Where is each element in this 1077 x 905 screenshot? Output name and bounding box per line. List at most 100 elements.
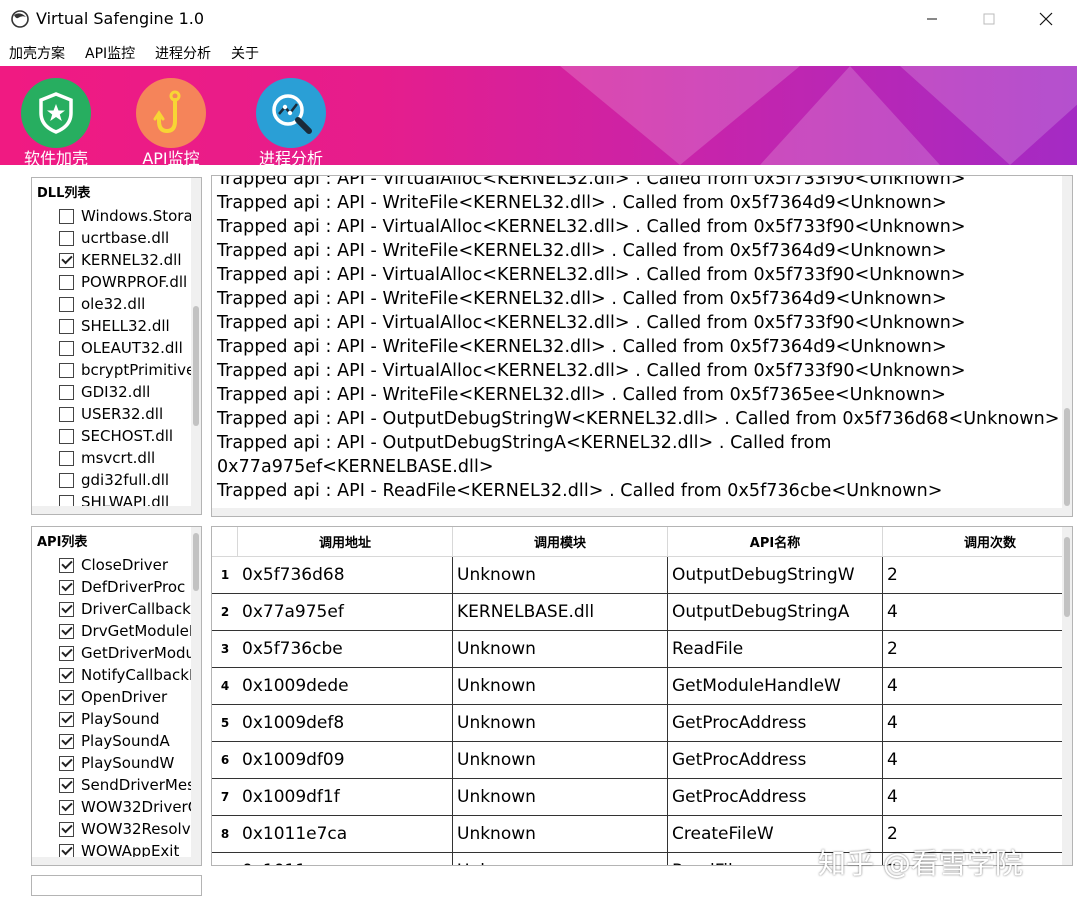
api-list-scrollbar[interactable] [191, 527, 201, 865]
dll-item[interactable]: OLEAUT32.dll [59, 337, 183, 359]
menu-packing-scheme[interactable]: 加壳方案 [9, 43, 65, 63]
maximize-button[interactable] [960, 0, 1018, 38]
table-row[interactable]: 7 0x1009df1f Unknown GetProcAddress 4 [212, 779, 1064, 816]
cell-api-name: OutputDebugStringW [668, 557, 883, 593]
log-hscrollbar[interactable] [212, 508, 1062, 516]
log-scrollbar[interactable] [1062, 176, 1072, 516]
api-checkbox[interactable] [59, 667, 74, 683]
api-checkbox[interactable] [59, 579, 74, 595]
table-row[interactable]: 5 0x1009def8 Unknown GetProcAddress 4 [212, 705, 1064, 742]
dll-item[interactable]: gdi32full.dll [59, 469, 169, 491]
table-row[interactable]: 6 0x1009df09 Unknown GetProcAddress 4 [212, 742, 1064, 779]
api-item[interactable]: PlaySound [59, 708, 160, 730]
log-line: 0x77a975ef<KERNELBASE.dll> [217, 457, 494, 477]
col-header-address[interactable]: 调用地址 [238, 527, 453, 557]
dll-checkbox[interactable] [59, 340, 74, 356]
dll-item[interactable]: ucrtbase.dll [59, 227, 169, 249]
close-button[interactable] [1017, 0, 1075, 38]
api-item[interactable]: DefDriverProc [59, 576, 185, 598]
dll-item[interactable]: Windows.Stora [59, 205, 193, 227]
dll-checkbox[interactable] [59, 384, 74, 400]
api-item[interactable]: NotifyCallbackD [59, 664, 201, 686]
api-checkbox[interactable] [59, 711, 74, 727]
dll-checkbox[interactable] [59, 450, 74, 466]
api-checkbox[interactable] [59, 689, 74, 705]
dll-item[interactable]: GDI32.dll [59, 381, 150, 403]
status-field [31, 875, 202, 896]
api-checkbox[interactable] [59, 601, 74, 617]
dll-list-scrollbar[interactable] [191, 178, 201, 514]
dll-item[interactable]: USER32.dll [59, 403, 163, 425]
col-header-module[interactable]: 调用模块 [453, 527, 668, 557]
dll-checkbox[interactable] [59, 296, 74, 312]
dll-scroll-thumb[interactable] [193, 306, 199, 426]
row-number: 7 [220, 790, 230, 804]
cell-call-count: 4 [883, 668, 1064, 704]
api-checkbox[interactable] [59, 623, 74, 639]
api-item[interactable]: PlaySoundW [59, 752, 174, 774]
menu-bar: 加壳方案 API监控 进程分析 关于 [0, 38, 1077, 66]
api-checkbox[interactable] [59, 777, 74, 793]
table-row[interactable]: 1 0x5f736d68 Unknown OutputDebugStringW 2 [212, 557, 1064, 594]
col-header-call-count[interactable]: 调用次数 [883, 527, 1072, 557]
dll-checkbox[interactable] [59, 252, 74, 268]
dll-checkbox[interactable] [59, 428, 74, 444]
menu-about[interactable]: 关于 [231, 43, 259, 63]
api-item[interactable]: GetDriverModu [59, 642, 195, 664]
api-checkbox[interactable] [59, 799, 74, 815]
log-scroll-thumb[interactable] [1064, 408, 1070, 506]
dll-checkbox[interactable] [59, 274, 74, 290]
dll-list-hscrollbar[interactable] [32, 506, 191, 514]
dll-item[interactable]: SHELL32.dll [59, 315, 170, 337]
dll-checkbox[interactable] [59, 472, 74, 488]
menu-api-monitor[interactable]: API监控 [85, 43, 135, 63]
api-item[interactable]: DriverCallback [59, 598, 191, 620]
dll-item[interactable]: POWRPROF.dll [59, 271, 187, 293]
log-line: Trapped api : API - VirtualAlloc<KERNEL3… [217, 217, 966, 237]
api-monitor-button[interactable]: API监控 [126, 78, 216, 165]
table-row[interactable]: 4 0x1009dede Unknown GetModuleHandleW 4 [212, 668, 1064, 705]
api-item[interactable]: DrvGetModuleI [59, 620, 193, 642]
cell-module: KERNELBASE.dll [453, 594, 668, 630]
api-checkbox[interactable] [59, 821, 74, 837]
api-item[interactable]: OpenDriver [59, 686, 167, 708]
dll-item[interactable]: ole32.dll [59, 293, 145, 315]
api-item[interactable]: WOW32DriverC [59, 796, 198, 818]
api-checkbox[interactable] [59, 645, 74, 661]
dll-item[interactable]: KERNEL32.dll [59, 249, 182, 271]
cell-module: Unknown [453, 816, 668, 852]
cell-address: 0x1009def8 [238, 705, 453, 741]
dll-checkbox[interactable] [59, 208, 74, 224]
dll-item[interactable]: SECHOST.dll [59, 425, 173, 447]
api-item-label: DefDriverProc [81, 578, 186, 596]
api-item[interactable]: WOW32Resolve [59, 818, 200, 840]
col-header-api-name[interactable]: API名称 [668, 527, 883, 557]
api-checkbox[interactable] [59, 755, 74, 771]
software-pack-button[interactable]: 软件加壳 [11, 78, 101, 165]
dll-checkbox[interactable] [59, 362, 74, 378]
process-analysis-button[interactable]: 进程分析 [246, 78, 336, 165]
table-row[interactable]: 3 0x5f736cbe Unknown ReadFile 2 [212, 631, 1064, 668]
dll-checkbox[interactable] [59, 230, 74, 246]
dll-item[interactable]: bcryptPrimitive [59, 359, 195, 381]
table-scrollbar[interactable] [1062, 527, 1072, 865]
menu-process-analysis[interactable]: 进程分析 [155, 43, 211, 63]
dll-item[interactable]: msvcrt.dll [59, 447, 155, 469]
api-trap-log[interactable]: Trapped api : API - VirtualAlloc<KERNEL3… [211, 175, 1073, 517]
cell-address: 0x5f736cbe [238, 631, 453, 667]
dll-checkbox[interactable] [59, 318, 74, 334]
api-list-hscrollbar[interactable] [32, 857, 191, 865]
api-item[interactable]: CloseDriver [59, 554, 168, 576]
cell-call-count: 4 [883, 594, 1064, 630]
table-scroll-thumb[interactable] [1064, 537, 1070, 617]
minimize-button[interactable] [903, 0, 961, 38]
watermark-text: 知乎 @看雪学院 [818, 847, 1023, 880]
api-item[interactable]: SendDriverMes [59, 774, 195, 796]
api-item[interactable]: PlaySoundA [59, 730, 170, 752]
table-row[interactable]: 2 0x77a975ef KERNELBASE.dll OutputDebugStri… [212, 594, 1064, 631]
dll-checkbox[interactable] [59, 406, 74, 422]
api-checkbox[interactable] [59, 733, 74, 749]
row-number: 6 [220, 753, 230, 767]
api-checkbox[interactable] [59, 557, 74, 573]
api-scroll-thumb[interactable] [193, 533, 199, 591]
